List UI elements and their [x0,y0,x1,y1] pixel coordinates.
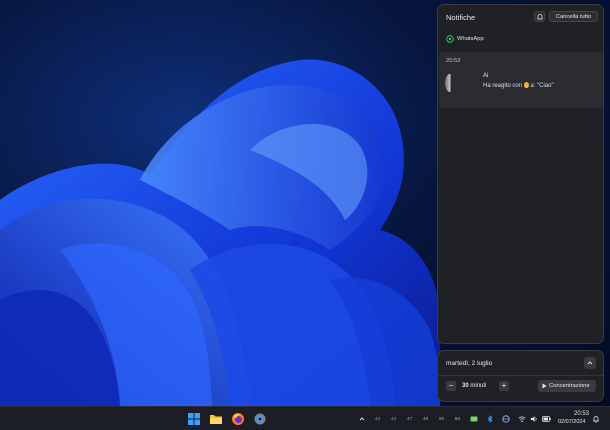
notification-message-prefix: Ha reagito con [483,83,523,89]
taskbar: 43 43 47 48 50 64 20:53 02/07/2024 [0,406,610,430]
decrease-minutes-button[interactable]: − [446,381,456,391]
volume-icon[interactable] [530,415,538,423]
tray-temp-3[interactable]: 47 [407,416,412,421]
focus-minutes-value: 30 [462,383,469,389]
battery-icon[interactable] [542,416,551,422]
tray-temp-6[interactable]: 64 [455,416,460,421]
file-explorer-icon[interactable] [208,411,224,427]
whatsapp-icon [446,35,454,43]
play-icon [542,383,547,389]
tray-temp-4[interactable]: 48 [423,416,428,421]
tray-temp-5[interactable]: 50 [439,416,444,421]
clear-all-button[interactable]: Cancella tutto [549,11,598,22]
calendar-date-label[interactable]: martedì, 2 luglio [446,360,492,367]
chevron-up-icon [587,361,593,365]
focus-duration: 30 minuti [462,383,486,389]
thumbs-up-emoji-icon [523,82,529,88]
tray-temp-2[interactable]: 43 [391,416,396,421]
collapse-calendar-button[interactable] [584,357,596,369]
notification-sender: Ai [483,73,489,79]
start-icon[interactable] [186,411,202,427]
notification-time: 20:52 [446,58,461,64]
taskbar-clock-time[interactable]: 20:53 [574,411,589,417]
avatar [445,74,455,92]
notification-center: Notifiche Cancella tutto WhatsApp 20:52 … [437,4,604,344]
notification-app-name: WhatsApp [457,36,484,42]
tray-temp-1[interactable]: 43 [375,416,380,421]
start-focus-label: Concentrazione [549,383,590,389]
notification-message-suffix: a: "Ciao" [530,83,554,89]
chat-tray-icon[interactable] [470,415,478,423]
panel-divider [438,375,603,376]
do-not-disturb-button[interactable] [534,11,545,22]
notification-card[interactable]: 20:52 Ai Ha reagito con a: "Ciao" [439,52,603,108]
notification-center-title: Notifiche [446,13,476,22]
network-globe-icon[interactable] [502,415,510,423]
bluetooth-icon[interactable] [486,415,494,423]
wifi-icon[interactable] [518,415,526,423]
firefox-icon[interactable] [230,411,246,427]
focus-minutes-unit: minuti [470,383,487,389]
increase-minutes-button[interactable]: + [499,381,509,391]
start-focus-button[interactable]: Concentrazione [538,380,596,392]
settings-icon[interactable] [252,411,268,427]
calendar-focus-panel: martedì, 2 luglio − 30 minuti + Concentr… [437,350,604,402]
notification-message: Ha reagito con a: "Ciao" [483,82,554,89]
show-hidden-icons-chevron-icon[interactable] [359,416,365,422]
notification-bell-icon[interactable] [592,415,600,423]
bell-snooze-icon [537,14,543,20]
taskbar-clock-date[interactable]: 02/07/2024 [558,419,586,425]
